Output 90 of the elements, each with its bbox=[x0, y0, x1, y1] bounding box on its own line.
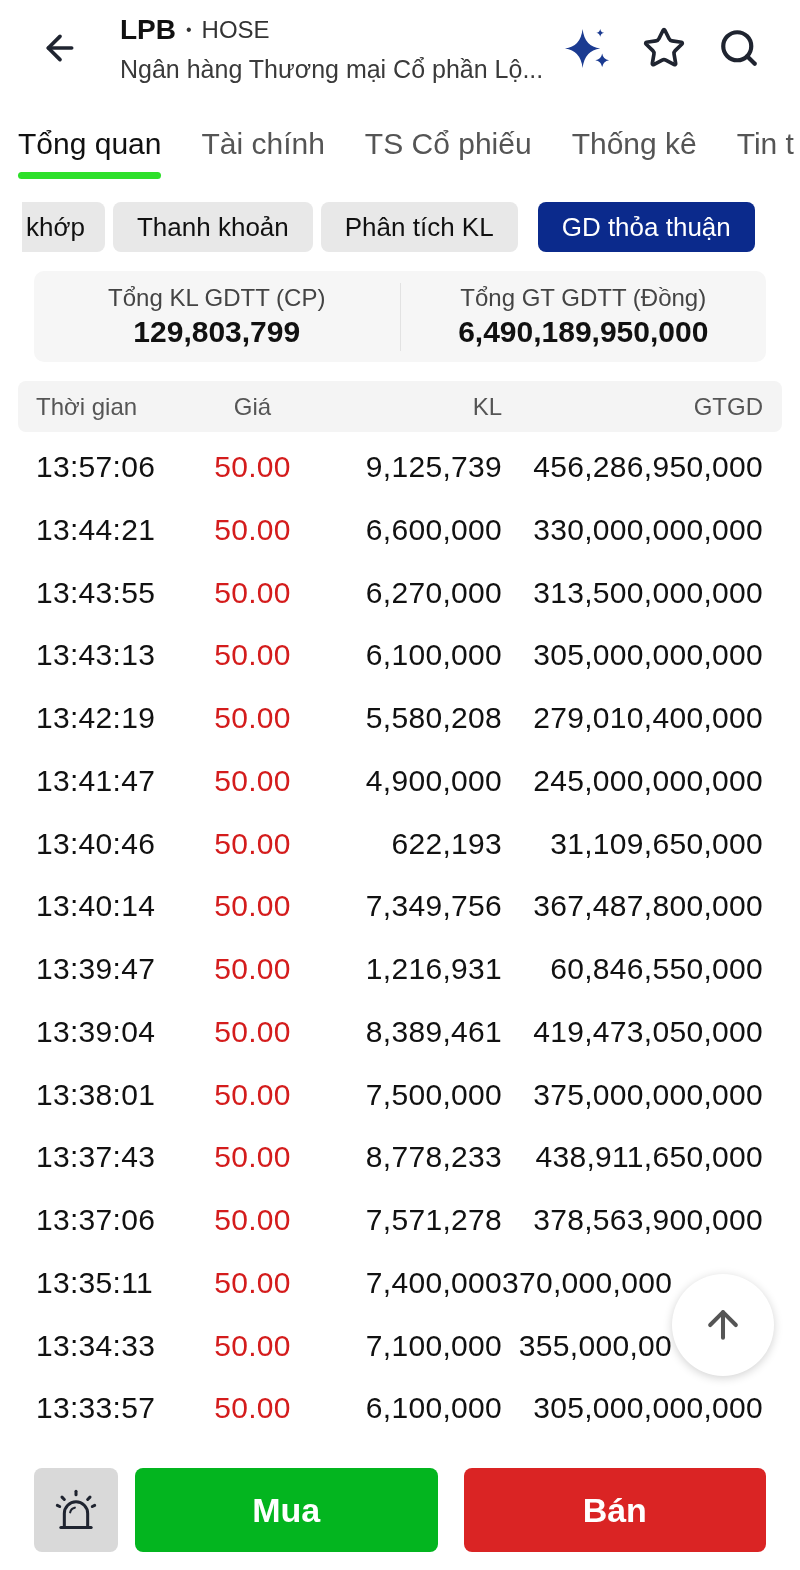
scroll-top-button[interactable] bbox=[672, 1273, 774, 1376]
price-cell: 50.00 bbox=[214, 1014, 291, 1048]
value-cell: 60,846,550,000 bbox=[550, 952, 763, 985]
price-cell: 50.00 bbox=[214, 575, 291, 609]
volume-cell: 7,349,756 bbox=[365, 889, 502, 923]
stock-symbol: LPB bbox=[120, 13, 176, 47]
value-cell: 305,000,000,000 bbox=[533, 1391, 763, 1425]
column-header: Thời gian bbox=[36, 392, 138, 420]
tab[interactable]: Thống kê bbox=[567, 126, 701, 179]
separator-dot: • bbox=[186, 20, 192, 40]
price-cell: 50.00 bbox=[214, 763, 291, 797]
value-cell: 279,010,400,000 bbox=[533, 701, 763, 734]
volume-cell: 8,778,233 bbox=[365, 1140, 502, 1174]
volume-cell: 7,500,000 bbox=[365, 1077, 502, 1111]
volume-cell: 7,571,278 bbox=[365, 1203, 502, 1236]
summary-value: 6,490,189,950,000 bbox=[458, 313, 709, 350]
volume-cell: 7,400,000 bbox=[365, 1265, 502, 1299]
volume-cell: 5,580,208 bbox=[365, 701, 502, 734]
price-cell: 50.00 bbox=[214, 1328, 291, 1362]
filter-chip[interactable]: khớp bbox=[22, 202, 105, 252]
summary-value: 129,803,799 bbox=[133, 313, 301, 350]
volume-cell: 6,600,000 bbox=[365, 512, 502, 546]
value-cell: 305,000,000,000 bbox=[533, 638, 763, 672]
price-cell: 50.00 bbox=[214, 826, 291, 860]
time-cell: 13:44:21 bbox=[36, 512, 156, 546]
price-cell: 50.00 bbox=[214, 450, 291, 483]
price-cell: 50.00 bbox=[214, 638, 291, 672]
summary-label: Tổng KL GDTT (CP) bbox=[108, 282, 326, 313]
filter-chip[interactable]: Thanh khoản bbox=[113, 202, 313, 252]
volume-cell: 9,125,739 bbox=[365, 450, 502, 483]
search-icon[interactable] bbox=[718, 27, 760, 69]
time-cell: 13:41:47 bbox=[36, 763, 156, 797]
price-cell: 50.00 bbox=[214, 1265, 291, 1299]
value-cell: 375,000,000,000 bbox=[533, 1077, 763, 1111]
value-cell: 456,286,950,000 bbox=[533, 450, 763, 483]
price-cell: 50.00 bbox=[214, 1203, 291, 1236]
value-cell: 313,500,000,000 bbox=[533, 575, 763, 609]
value-cell: 245,000,000,000 bbox=[533, 763, 763, 797]
price-cell: 50.00 bbox=[214, 1391, 291, 1425]
column-header: Giá bbox=[233, 392, 272, 420]
volume-cell: 6,270,000 bbox=[365, 575, 502, 609]
company-name: Ngân hàng Thương mại Cổ phần Lộ... bbox=[120, 54, 544, 84]
value-cell: 438,911,650,000 bbox=[535, 1140, 763, 1174]
value-cell: 378,563,900,000 bbox=[533, 1203, 763, 1236]
value-cell: 419,473,050,000 bbox=[533, 1014, 763, 1048]
price-cell: 50.00 bbox=[214, 889, 291, 923]
volume-cell: 6,100,000 bbox=[365, 638, 502, 672]
value-cell: 355,000,00 bbox=[518, 1328, 672, 1362]
volume-cell: 7,100,000 bbox=[365, 1328, 502, 1362]
time-cell: 13:34:33 bbox=[36, 1328, 156, 1362]
time-cell: 13:35:11 bbox=[36, 1265, 153, 1299]
price-cell: 50.00 bbox=[214, 512, 291, 546]
tab[interactable]: Tài chính bbox=[197, 126, 329, 179]
price-cell: 50.00 bbox=[214, 952, 291, 985]
volume-cell: 622,193 bbox=[391, 826, 502, 860]
tab[interactable]: Tin t bbox=[732, 126, 798, 179]
price-cell: 50.00 bbox=[214, 1077, 291, 1111]
time-cell: 13:42:19 bbox=[36, 701, 156, 734]
time-cell: 13:33:57 bbox=[36, 1391, 156, 1425]
time-cell: 13:39:47 bbox=[36, 952, 156, 985]
filter-chip[interactable]: Phân tích KL bbox=[320, 202, 518, 252]
filter-chip[interactable]: GD thỏa thuận bbox=[537, 202, 755, 252]
time-cell: 13:37:43 bbox=[36, 1140, 156, 1174]
time-cell: 13:37:06 bbox=[36, 1203, 156, 1236]
time-cell: 13:39:04 bbox=[36, 1014, 156, 1048]
value-cell: 31,109,650,000 bbox=[550, 826, 763, 860]
price-cell: 50.00 bbox=[214, 701, 291, 734]
volume-cell: 1,216,931 bbox=[365, 952, 502, 985]
time-cell: 13:43:13 bbox=[36, 638, 156, 672]
value-cell: 367,487,800,000 bbox=[533, 889, 763, 923]
column-header: KL bbox=[472, 392, 502, 420]
time-cell: 13:40:46 bbox=[36, 826, 156, 860]
summary-label: Tổng GT GDTT (Đồng) bbox=[460, 282, 707, 313]
time-cell: 13:40:14 bbox=[36, 889, 156, 923]
siren-icon bbox=[55, 1489, 97, 1531]
volume-cell: 4,900,000 bbox=[365, 763, 502, 797]
column-header: GTGD bbox=[693, 392, 763, 420]
alert-button[interactable] bbox=[34, 1468, 118, 1552]
tab[interactable]: TS Cổ phiếu bbox=[360, 126, 536, 179]
time-cell: 13:57:06 bbox=[36, 450, 156, 483]
volume-cell: 8,389,461 bbox=[365, 1014, 502, 1048]
value-cell: 370,000,000 bbox=[502, 1265, 673, 1299]
time-cell: 13:43:55 bbox=[36, 575, 156, 609]
time-cell: 13:38:01 bbox=[36, 1077, 156, 1111]
value-cell: 330,000,000,000 bbox=[533, 512, 763, 546]
sell-button[interactable]: Bán bbox=[463, 1468, 766, 1552]
exchange-label: HOSE bbox=[201, 15, 270, 45]
price-cell: 50.00 bbox=[214, 1140, 291, 1174]
tab[interactable]: Tổng quan bbox=[14, 126, 166, 179]
volume-cell: 6,100,000 bbox=[365, 1391, 502, 1425]
